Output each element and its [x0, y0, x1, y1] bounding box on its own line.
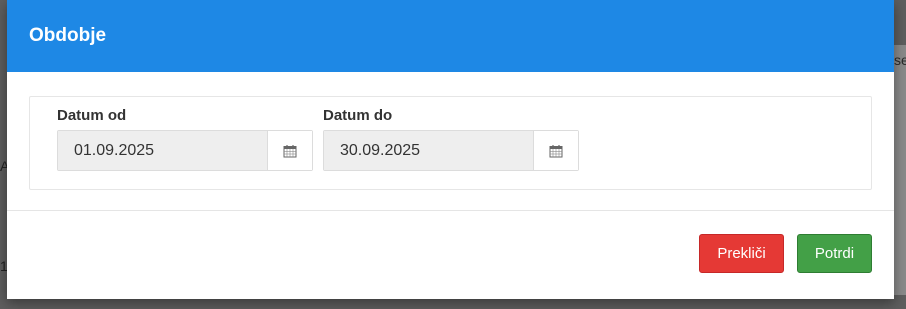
date-from-calendar-button[interactable]	[268, 131, 312, 170]
dialog-body: Datum od 01.09.2025 Datum do 30.09.2025	[7, 72, 894, 190]
date-to-calendar-button[interactable]	[534, 131, 578, 170]
date-to-input[interactable]: 30.09.2025	[324, 131, 534, 170]
cancel-button[interactable]: Prekliči	[699, 234, 784, 273]
background-text: se	[894, 52, 906, 68]
date-from-input[interactable]: 01.09.2025	[58, 131, 268, 170]
dialog-footer: Prekliči Potrdi	[7, 211, 894, 273]
confirm-button[interactable]: Potrdi	[797, 234, 872, 273]
date-from-input-group: 01.09.2025	[57, 130, 313, 171]
calendar-icon	[283, 144, 297, 157]
date-to-input-group: 30.09.2025	[323, 130, 579, 171]
date-range-panel: Datum od 01.09.2025 Datum do 30.09.2025	[29, 96, 872, 190]
background-text: A	[0, 158, 7, 174]
date-from-label: Datum od	[57, 107, 127, 124]
period-dialog: Obdobje Datum od 01.09.2025 Datum do 30.…	[7, 0, 894, 299]
dialog-title: Obdobje	[29, 25, 107, 46]
date-to-label: Datum do	[323, 107, 393, 124]
background-page-edge	[894, 45, 906, 295]
calendar-icon	[549, 144, 563, 157]
background-text: 1	[0, 258, 7, 274]
date-from-field: Datum od 01.09.2025	[57, 107, 313, 189]
dialog-header: Obdobje	[7, 0, 894, 72]
date-to-field: Datum do 30.09.2025	[323, 107, 579, 189]
